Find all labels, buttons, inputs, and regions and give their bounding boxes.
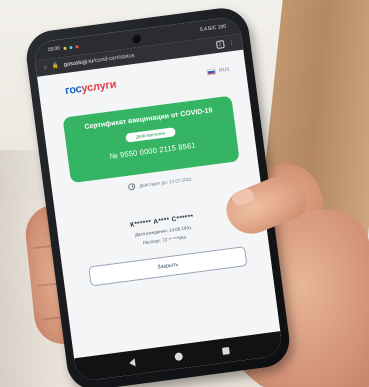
tabs-button[interactable]: 2: [215, 40, 225, 50]
home-icon[interactable]: ⌂: [44, 64, 48, 70]
status-right: 5.4 Б/С 100: [200, 24, 227, 33]
back-icon[interactable]: [128, 358, 136, 368]
url-host: gosuslugi.ru: [63, 58, 94, 69]
url-path: /covid-cert/status: [92, 52, 135, 65]
logo-part-1: гос: [64, 83, 83, 98]
certificate-card: Сертификат вакцинации от COVID-19 Действ…: [62, 95, 240, 184]
status-time: 18:00: [47, 45, 61, 54]
certificate-number: № 9550 0000 2115 8561: [109, 140, 197, 161]
notification-icon: [74, 44, 79, 49]
close-button[interactable]: Закрыть: [88, 246, 248, 287]
notification-icon: [68, 45, 73, 49]
notification-icon: [62, 46, 67, 50]
language-label: RUS: [218, 66, 231, 74]
gosuslugi-logo[interactable]: госуслуги: [64, 79, 117, 98]
status-left: 18:00: [47, 43, 79, 54]
recent-apps-icon[interactable]: [221, 346, 230, 355]
status-indicators: 5.4 Б/С 100: [199, 23, 227, 34]
clock-icon: [127, 182, 136, 191]
validity-text: Действует до: 13.07.2022: [138, 176, 192, 189]
language-switcher[interactable]: RUS: [206, 66, 231, 76]
lock-icon: 🔒: [51, 62, 60, 70]
menu-icon[interactable]: ⋮: [228, 40, 234, 47]
home-button-icon[interactable]: [173, 352, 183, 362]
russia-flag-icon: [206, 68, 217, 76]
logo-part-2: услуги: [80, 78, 118, 95]
status-badge: Действителен: [125, 127, 176, 143]
person-info: К****** А**** С****** Дата рождения: 14.…: [77, 207, 249, 254]
